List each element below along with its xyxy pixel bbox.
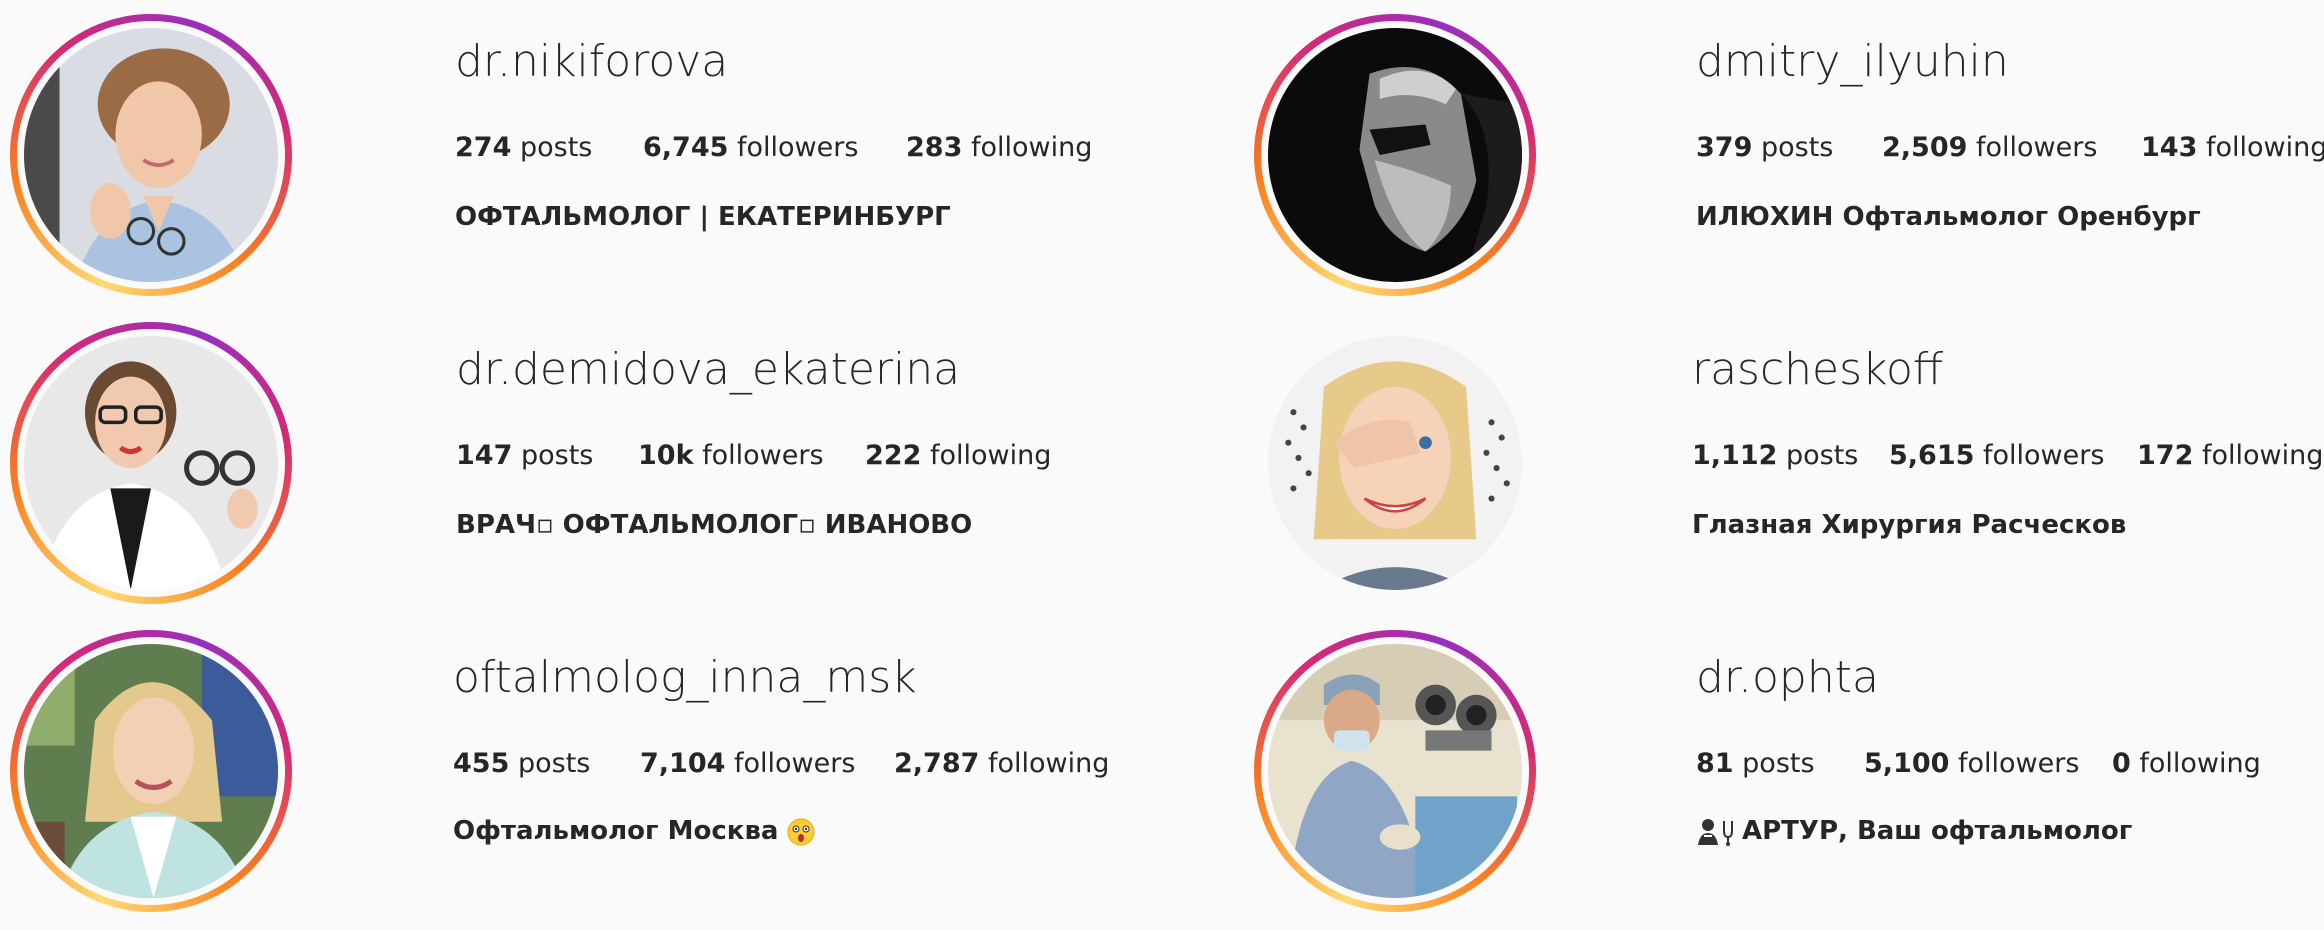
bio: ИЛЮХИН Офтальмолог Оренбург <box>1696 202 2201 232</box>
followers-count[interactable]: 5,615 followers <box>1889 440 2104 471</box>
story-ring[interactable] <box>10 322 292 604</box>
following-count[interactable]: 172 following <box>2137 440 2323 471</box>
username[interactable]: oftalmolog_inna_msk <box>453 652 917 703</box>
avatar[interactable] <box>1268 336 1522 590</box>
username[interactable]: dr.nikiforova <box>455 36 728 87</box>
followers-count[interactable]: 7,104 followers <box>640 748 855 779</box>
avatar[interactable] <box>1268 644 1522 898</box>
bio: ОФТАЛЬМОЛОГ | ЕКАТЕРИНБУРГ <box>455 202 951 232</box>
bio: ВРАЧ▫ ОФТАЛЬМОЛОГ▫ ИВАНОВО <box>456 510 973 540</box>
story-ring[interactable] <box>10 630 292 912</box>
avatar[interactable] <box>24 644 278 898</box>
bio-text: АРТУР, Ваш офтальмолог <box>1742 816 2133 846</box>
avatar-photo-woman-doctor-trial-frame <box>24 336 278 590</box>
posts-count[interactable]: 274 posts <box>455 132 592 163</box>
profile-card-dr-demidova-ekaterina: dr.demidova_ekaterina 147 posts 10k foll… <box>10 322 1170 622</box>
username[interactable]: dmitry_ilyuhin <box>1696 36 2009 87</box>
avatar[interactable] <box>24 336 278 590</box>
avatar-photo-surgeon-microscope <box>1268 644 1522 898</box>
posts-count[interactable]: 1,112 posts <box>1692 440 1858 471</box>
avatar-photo-woman-glasses-in-hand <box>24 28 278 282</box>
avatar-photo-bearded-man-sunglasses <box>1268 28 1522 282</box>
posts-count[interactable]: 455 posts <box>453 748 590 779</box>
following-count[interactable]: 143 following <box>2141 132 2324 163</box>
doctor-stethoscope-icon <box>1698 818 1733 846</box>
username[interactable]: rascheskoff <box>1692 344 1943 395</box>
followers-count[interactable]: 6,745 followers <box>643 132 858 163</box>
bio: АРТУР, Ваш офтальмолог <box>1696 816 2132 847</box>
followers-count[interactable]: 5,100 followers <box>1864 748 2079 779</box>
posts-count[interactable]: 81 posts <box>1696 748 1815 779</box>
following-count[interactable]: 283 following <box>906 132 1092 163</box>
profile-card-dr-ophta: dr.ophta 81 posts 5,100 followers 0 foll… <box>1254 630 2324 930</box>
avatar-photo-woman-hand-over-eye <box>1268 336 1522 590</box>
avatar-photo-blonde-woman <box>24 644 278 898</box>
username[interactable]: dr.demidova_ekaterina <box>456 344 960 395</box>
profile-card-rascheskoff: rascheskoff 1,112 posts 5,615 followers … <box>1254 322 2324 622</box>
avatar[interactable] <box>1268 28 1522 282</box>
bio: Глазная Хирургия Расческов <box>1692 510 2127 540</box>
following-count[interactable]: 0 following <box>2112 748 2261 779</box>
avatar[interactable] <box>24 28 278 282</box>
avatar-frame[interactable] <box>1254 322 1536 604</box>
astonished-face-icon <box>787 818 815 845</box>
story-ring[interactable] <box>1254 14 1536 296</box>
profile-card-dmitry-ilyuhin: dmitry_ilyuhin 379 posts 2,509 followers… <box>1254 14 2324 314</box>
following-count[interactable]: 222 following <box>865 440 1051 471</box>
story-ring[interactable] <box>10 14 292 296</box>
bio-text: Офтальмолог Москва <box>453 816 779 846</box>
following-count[interactable]: 2,787 following <box>894 748 1109 779</box>
followers-count[interactable]: 10k followers <box>638 440 824 471</box>
story-ring[interactable] <box>1254 630 1536 912</box>
profile-card-oftalmolog-inna-msk: oftalmolog_inna_msk 455 posts 7,104 foll… <box>10 630 1170 930</box>
profile-card-dr-nikiforova: dr.nikiforova 274 posts 6,745 followers … <box>10 14 1170 314</box>
posts-count[interactable]: 147 posts <box>456 440 593 471</box>
followers-count[interactable]: 2,509 followers <box>1882 132 2097 163</box>
posts-count[interactable]: 379 posts <box>1696 132 1833 163</box>
username[interactable]: dr.ophta <box>1696 652 1879 703</box>
bio: Офтальмолог Москва <box>453 816 816 847</box>
